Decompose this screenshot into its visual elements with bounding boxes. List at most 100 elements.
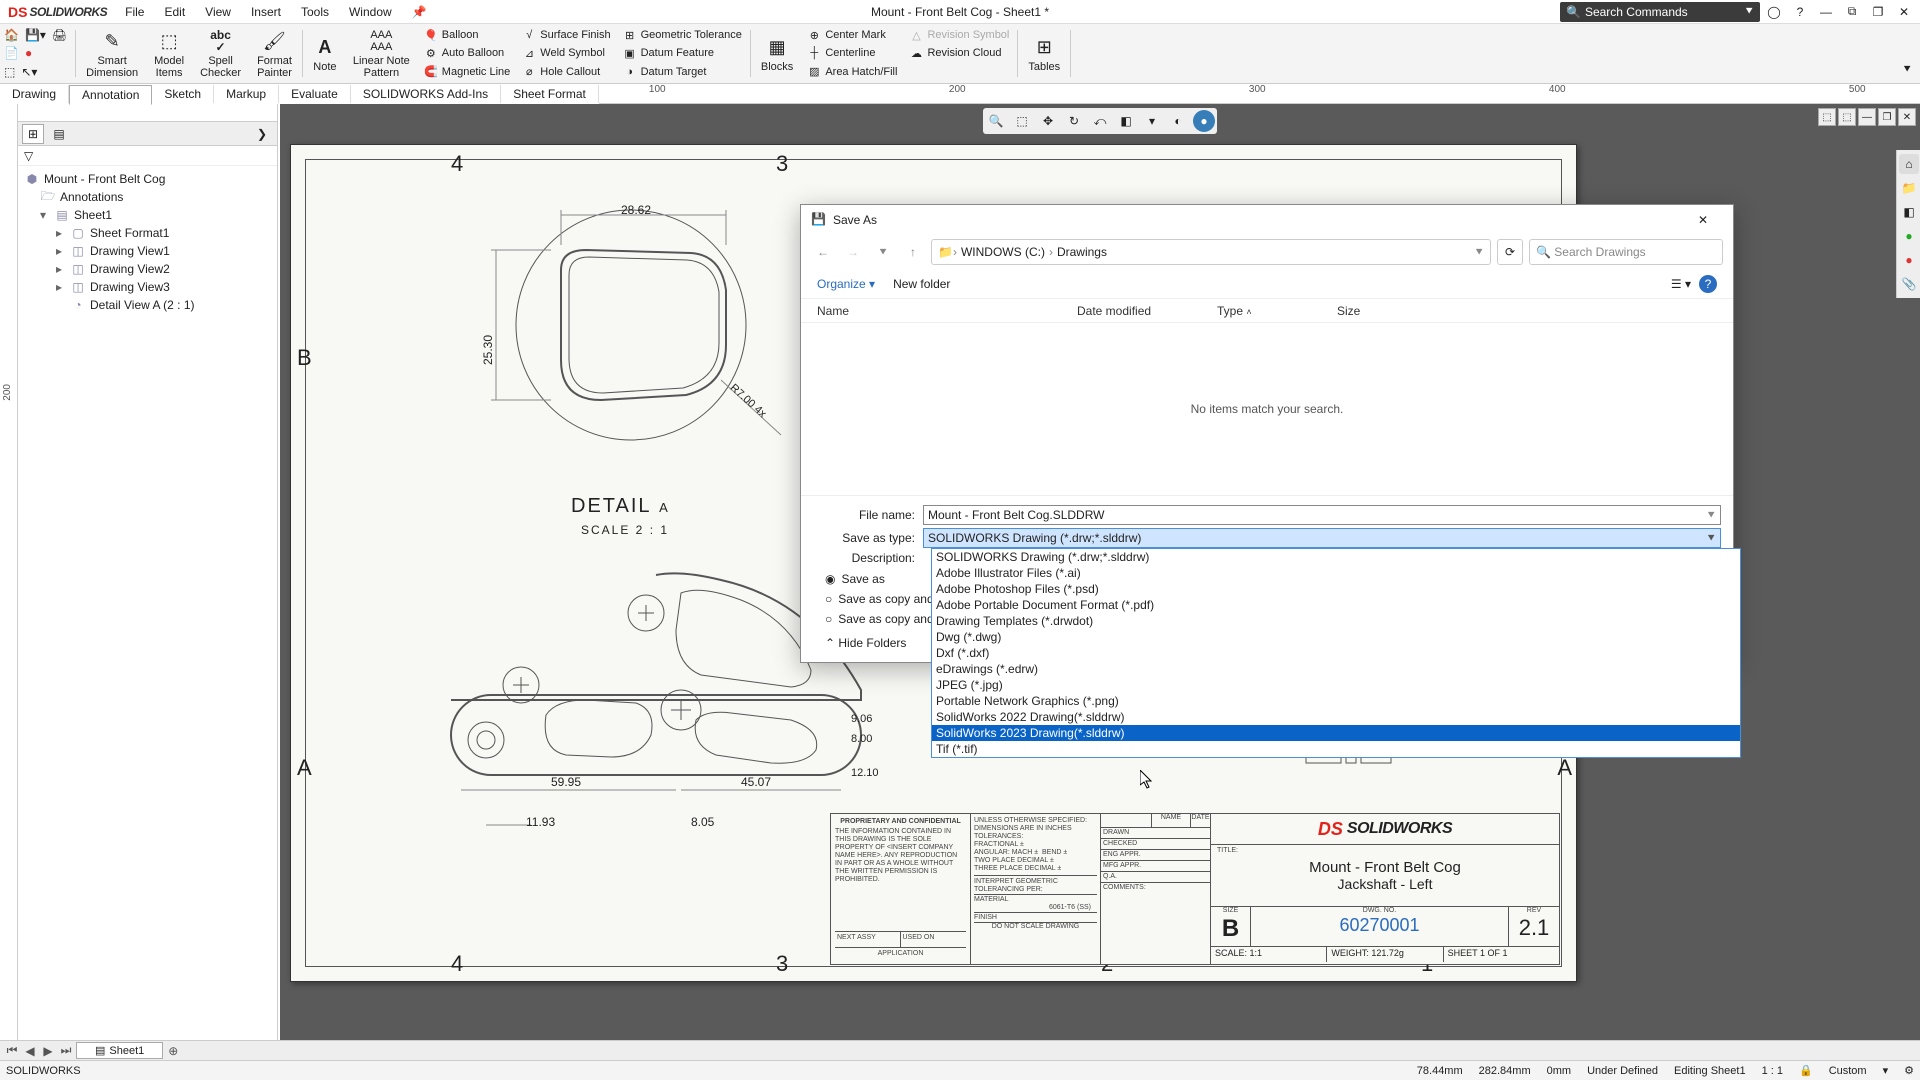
tab-addins[interactable]: SOLIDWORKS Add-Ins (351, 85, 501, 103)
sheet-nav-next[interactable]: ▶ (40, 1044, 56, 1058)
balloon[interactable]: 🎈Balloon (418, 26, 517, 44)
revision-symbol[interactable]: △Revision Symbol (903, 26, 1015, 44)
layout-button[interactable]: ⧉ (1840, 2, 1864, 22)
smart-dimension[interactable]: ✎Smart Dimension (78, 26, 146, 81)
sheet-nav-prev[interactable]: ◀ (22, 1044, 38, 1058)
type-opt-12[interactable]: Tif (*.tif) (932, 741, 1740, 757)
rail-search-icon[interactable]: ● (1899, 250, 1919, 270)
status-settings-icon[interactable]: ⚙ (1904, 1064, 1914, 1077)
help-icon[interactable]: ? (1699, 275, 1717, 293)
section-icon[interactable]: ◧ (1115, 110, 1137, 132)
type-opt-1[interactable]: Adobe Illustrator Files (*.ai) (932, 565, 1740, 581)
breadcrumb-drive[interactable]: WINDOWS (C:) (957, 245, 1049, 259)
new-folder-button[interactable]: New folder (893, 277, 950, 291)
new-icon[interactable]: 🏠 (4, 28, 19, 42)
sheet-nav-last[interactable]: ⏭ (58, 1043, 74, 1058)
print-icon[interactable]: 🖨 (52, 28, 67, 42)
type-opt-7[interactable]: eDrawings (*.edrw) (932, 661, 1740, 677)
doc-icon[interactable]: 📄 (4, 46, 19, 60)
savetype-combo[interactable]: SOLIDWORKS Drawing (*.drw;*.slddrw)⯆ (923, 528, 1721, 548)
select-icon[interactable]: ⬚ (4, 65, 15, 79)
hole-callout[interactable]: ⌀Hole Callout (516, 63, 616, 81)
type-opt-10[interactable]: SolidWorks 2022 Drawing(*.slddrw) (932, 709, 1740, 725)
filename-input[interactable]: Mount - Front Belt Cog.SLDDRW⯆ (923, 505, 1721, 525)
panel-expand-icon[interactable]: ❯ (251, 124, 273, 144)
undo-icon[interactable]: ● (25, 46, 32, 60)
tree-annotations[interactable]: 🗁Annotations (24, 188, 271, 206)
format-painter[interactable]: 🖌Format Painter (249, 26, 300, 81)
datum-target[interactable]: ◑Datum Target (617, 63, 748, 81)
property-tab-icon[interactable]: ▤ (48, 124, 70, 144)
tree-view3[interactable]: ▸◫Drawing View3 (24, 278, 271, 296)
center-mark[interactable]: ⊕Center Mark (801, 26, 903, 44)
status-ratio[interactable]: 1 : 1 (1762, 1065, 1783, 1077)
menu-edit[interactable]: Edit (154, 5, 195, 19)
datum-feature[interactable]: ▣Datum Feature (617, 44, 748, 62)
blocks[interactable]: ▦Blocks (753, 26, 801, 81)
rail-clip-icon[interactable]: 📎 (1899, 274, 1919, 294)
arrow-icon[interactable]: ↖▾ (21, 65, 37, 79)
rail-resources-icon[interactable]: 📁 (1899, 178, 1919, 198)
nav-recent-icon[interactable]: ⯆ (871, 240, 895, 264)
zoom-fit-icon[interactable]: 🔍 (985, 110, 1007, 132)
view-close[interactable]: ✕ (1898, 108, 1916, 126)
menu-window[interactable]: Window (339, 5, 402, 19)
search-drawings[interactable]: 🔍 Search Drawings (1529, 239, 1723, 265)
view-btn-1[interactable]: ⬚ (1818, 108, 1836, 126)
sheet-tab-1[interactable]: ▤Sheet1 (76, 1042, 163, 1059)
tree-detail-a[interactable]: ◔Detail View A (2 : 1) (24, 296, 271, 314)
save-icon[interactable]: 💾▾ (25, 28, 46, 42)
col-size[interactable]: Size (1337, 304, 1437, 318)
user-icon[interactable]: ◯ (1762, 2, 1786, 22)
col-date[interactable]: Date modified (1077, 304, 1217, 318)
type-opt-3[interactable]: Adobe Portable Document Format (*.pdf) (932, 597, 1740, 613)
view-mode-icon[interactable]: ☰ ▾ (1671, 277, 1691, 291)
feature-tree-tab-icon[interactable]: ⊞ (22, 124, 44, 144)
tab-evaluate[interactable]: Evaluate (279, 85, 351, 103)
tree-sheet[interactable]: ▾▤Sheet1 (24, 206, 271, 224)
prev-view-icon[interactable]: ⤺ (1089, 110, 1111, 132)
note[interactable]: ANote (305, 26, 345, 81)
status-lock-icon[interactable]: 🔒 (1799, 1064, 1813, 1077)
refresh-button[interactable]: ⟳ (1497, 239, 1523, 265)
type-opt-6[interactable]: Dxf (*.dxf) (932, 645, 1740, 661)
type-opt-5[interactable]: Dwg (*.dwg) (932, 629, 1740, 645)
tree-view2[interactable]: ▸◫Drawing View2 (24, 260, 271, 278)
col-name[interactable]: Name (817, 304, 1077, 318)
type-opt-8[interactable]: JPEG (*.jpg) (932, 677, 1740, 693)
breadcrumb-dropdown-icon[interactable]: ⯆ (1474, 245, 1484, 260)
minimize-button[interactable]: — (1814, 2, 1838, 22)
rail-home-icon[interactable]: ⌂ (1899, 154, 1919, 174)
type-opt-11[interactable]: SolidWorks 2023 Drawing(*.slddrw) (932, 725, 1740, 741)
dialog-close-button[interactable]: ✕ (1683, 206, 1723, 234)
organize-button[interactable]: Organize ▾ (817, 277, 875, 291)
view-min[interactable]: — (1858, 108, 1876, 126)
tab-sheet-format[interactable]: Sheet Format (501, 85, 599, 103)
apply-scene-icon[interactable]: ● (1193, 110, 1215, 132)
geometric-tolerance[interactable]: ⊞Geometric Tolerance (617, 26, 748, 44)
status-menu-icon[interactable]: ▾ (1883, 1064, 1889, 1077)
type-opt-2[interactable]: Adobe Photoshop Files (*.psd) (932, 581, 1740, 597)
centerline[interactable]: ┼Centerline (801, 44, 903, 62)
surface-finish[interactable]: √Surface Finish (516, 26, 616, 44)
type-opt-4[interactable]: Drawing Templates (*.drwdot) (932, 613, 1740, 629)
hide-folders-button[interactable]: ⌃ Hide Folders (825, 636, 906, 650)
restore-button[interactable]: ❐ (1866, 2, 1890, 22)
menu-view[interactable]: View (195, 5, 241, 19)
search-dropdown-icon[interactable]: ⯆ (1744, 4, 1754, 19)
tab-drawing[interactable]: Drawing (0, 85, 69, 103)
search-commands[interactable]: 🔍 Search Commands ⯆ (1560, 2, 1760, 22)
help-icon[interactable]: ? (1788, 2, 1812, 22)
close-button[interactable]: ✕ (1892, 2, 1916, 22)
menu-pin-icon[interactable]: 📌 (402, 5, 437, 19)
menu-tools[interactable]: Tools (291, 5, 339, 19)
breadcrumb-folder[interactable]: Drawings (1053, 245, 1111, 259)
view-btn-2[interactable]: ⬚ (1838, 108, 1856, 126)
weld-symbol[interactable]: ⊿Weld Symbol (516, 44, 616, 62)
tree-view1[interactable]: ▸◫Drawing View1 (24, 242, 271, 260)
pan-icon[interactable]: ✥ (1037, 110, 1059, 132)
type-opt-9[interactable]: Portable Network Graphics (*.png) (932, 693, 1740, 709)
zoom-area-icon[interactable]: ⬚ (1011, 110, 1033, 132)
tables[interactable]: ⊞Tables (1020, 26, 1068, 81)
menu-file[interactable]: File (115, 5, 154, 19)
